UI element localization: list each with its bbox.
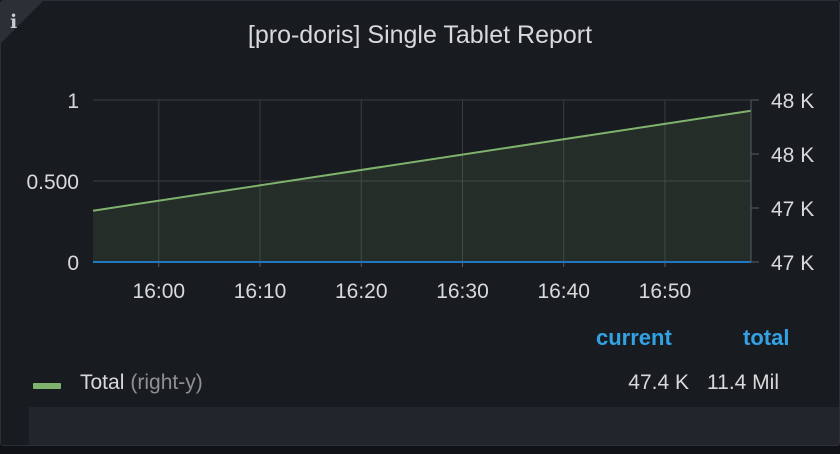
series-area-total xyxy=(93,110,751,262)
y-left-tick-label: 0 xyxy=(67,252,79,275)
legend-current-value: 47.4 K xyxy=(628,371,689,394)
legend-series-name: Total xyxy=(80,371,125,394)
x-tick-label: 16:40 xyxy=(537,280,590,303)
x-tick-label: 16:50 xyxy=(639,280,692,303)
legend-series-axis: (right-y) xyxy=(130,371,203,394)
legend-total-value: 11.4 Mil xyxy=(707,371,779,394)
x-tick-label: 16:20 xyxy=(335,280,388,303)
graph-panel: i [pro-doris] Single Tablet Report 0 0.50… xyxy=(0,0,840,446)
legend-item-partial[interactable] xyxy=(29,407,839,445)
y-right-tick-label: 47 K xyxy=(771,198,814,221)
chart-series xyxy=(92,109,752,263)
legend-header-total[interactable]: total xyxy=(743,325,789,351)
x-tick-label: 16:10 xyxy=(234,280,287,303)
x-tick-label: 16:00 xyxy=(133,280,186,303)
y-left-tick-label: 1 xyxy=(67,90,79,113)
legend-series-label[interactable]: Total (right-y) xyxy=(80,371,203,395)
y-right-tick-label: 47 K xyxy=(771,252,814,275)
y-right-tick-label: 48 K xyxy=(771,144,814,167)
x-tick-label: 16:30 xyxy=(436,280,489,303)
y-right-tick-label: 48 K xyxy=(771,90,814,113)
y-left-tick-label: 0.500 xyxy=(26,171,79,194)
legend-series-color[interactable] xyxy=(33,383,61,389)
legend-header-current[interactable]: current xyxy=(596,325,672,351)
chart-area[interactable]: 0 0.500 1 16:00 16:10 16:20 16:30 16:40 16:50 47 … xyxy=(1,1,839,311)
legend-item-total[interactable]: Total (right-y) 47.4 K 11.4 Mil xyxy=(1,371,839,411)
